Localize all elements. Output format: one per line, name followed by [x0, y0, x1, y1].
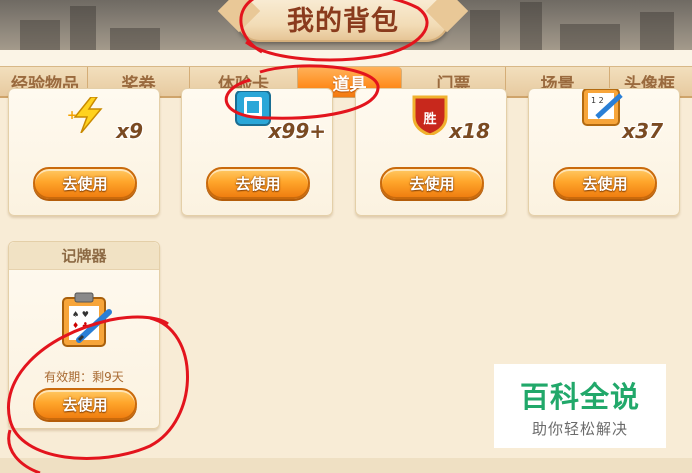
watermark-subtitle: 助你轻松解决: [531, 419, 628, 438]
win-shield-icon: 胜: [412, 95, 448, 135]
item-name: 记牌器: [9, 242, 159, 270]
item-card[interactable]: + x9 去使用: [8, 88, 160, 216]
svg-text:1 2: 1 2: [591, 96, 604, 105]
svg-text:♠ ♥: ♠ ♥: [72, 310, 89, 319]
watermark-title: 百科全说: [519, 379, 640, 414]
card-icon: [235, 91, 271, 126]
svg-text:+: +: [67, 108, 77, 122]
lightning-icon: +: [67, 97, 103, 133]
item-card[interactable]: x99+ 去使用: [181, 88, 333, 216]
card-recorder-icon: 1 2: [582, 89, 623, 126]
item-card[interactable]: 胜 x18 去使用: [355, 88, 507, 216]
watermark-box: 百科全说 助你轻松解决: [494, 364, 666, 448]
item-card[interactable]: 1 2 x37 去使用: [528, 88, 680, 216]
page-title: 我的背包: [287, 5, 399, 37]
item-quantity: x99+: [268, 119, 327, 143]
item-quantity: x37: [622, 119, 663, 143]
svg-text:胜: 胜: [423, 112, 436, 127]
panel-bottom-edge: [0, 458, 692, 473]
use-button[interactable]: 去使用: [206, 167, 310, 199]
svg-text:♦ ♣: ♦ ♣: [72, 321, 89, 330]
card-recorder-icon: ♠ ♥ ♦ ♣: [62, 292, 112, 347]
use-button[interactable]: 去使用: [33, 167, 137, 199]
use-button[interactable]: 去使用: [553, 167, 657, 199]
title-plaque: 我的背包: [217, 0, 469, 42]
use-button[interactable]: 去使用: [380, 167, 484, 199]
use-button[interactable]: 去使用: [33, 388, 137, 420]
item-validity: 有效期：剩9天: [44, 370, 124, 384]
item-card-card-recorder[interactable]: 记牌器 ♠ ♥ ♦ ♣ 有效期：剩9天 去使用: [8, 241, 160, 429]
item-quantity: x9: [116, 119, 143, 143]
item-quantity: x18: [449, 119, 490, 143]
